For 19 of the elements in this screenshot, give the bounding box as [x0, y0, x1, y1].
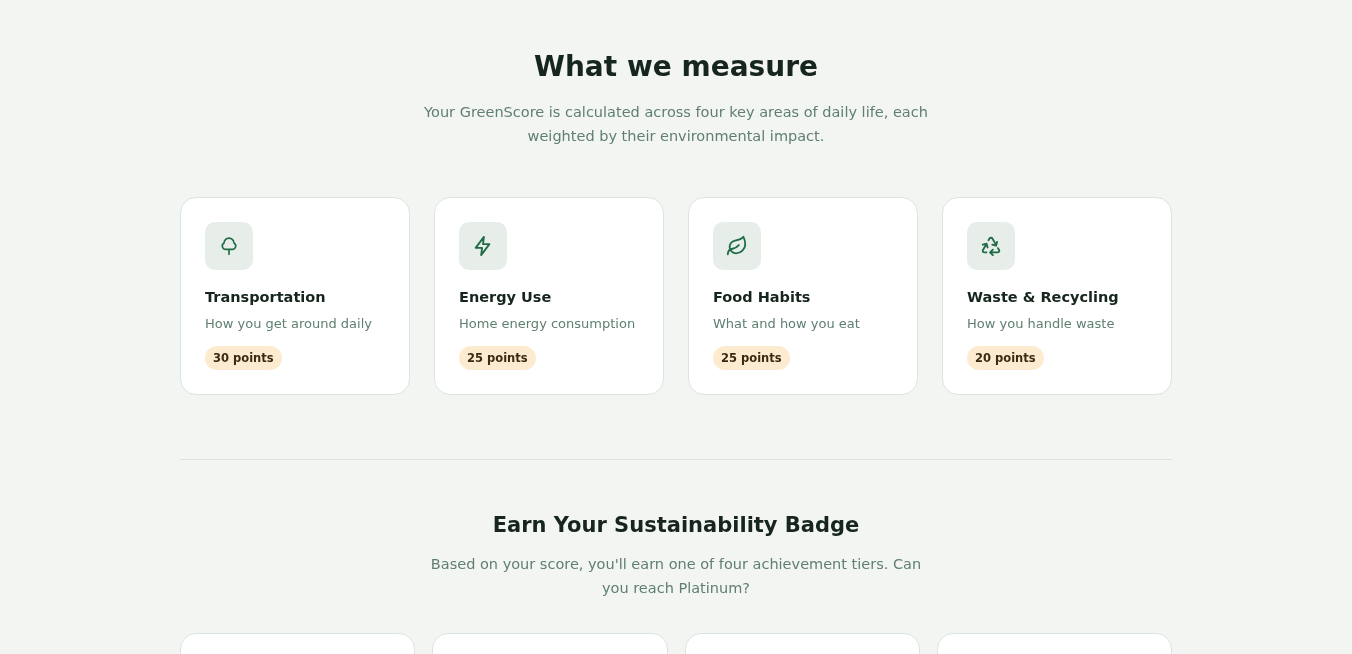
- category-description: How you get around daily: [205, 315, 372, 333]
- section-title: What we measure: [534, 49, 818, 85]
- section-title: Earn Your Sustainability Badge: [492, 512, 860, 539]
- category-description: How you handle waste: [967, 315, 1115, 333]
- category-title: Food Habits: [713, 288, 811, 307]
- points-badge: 25 points: [459, 346, 536, 370]
- category-description: What and how you eat: [713, 315, 860, 333]
- category-title: Waste & Recycling: [967, 288, 1119, 307]
- category-title: Transportation: [205, 288, 326, 307]
- points-badge: 20 points: [967, 346, 1044, 370]
- category-title: Energy Use: [459, 288, 552, 307]
- tree-icon: [219, 236, 239, 256]
- category-description: Home energy consumption: [459, 315, 636, 333]
- section-description: Your GreenScore is calculated across four key areas of daily life, each weighted by their environmental impact.: [423, 103, 929, 146]
- recycle-icon: [980, 235, 1002, 257]
- points-badge: 30 points: [205, 346, 282, 370]
- section-description: Based on your score, you'll earn one of four achievement tiers. Can you reach Platinum?: [429, 555, 923, 598]
- leaf-icon: [726, 235, 748, 257]
- points-badge: 25 points: [713, 346, 790, 370]
